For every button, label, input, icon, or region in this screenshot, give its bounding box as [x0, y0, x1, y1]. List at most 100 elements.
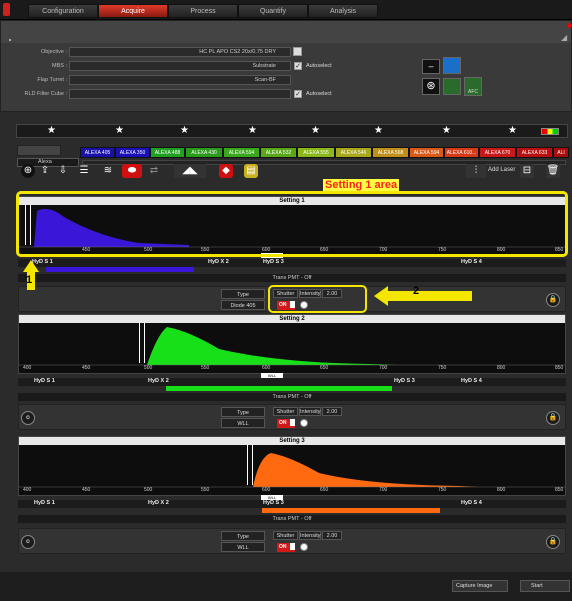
- mbs-autoselect-label: Autoselect: [306, 63, 332, 69]
- setting2-tick: 500: [144, 365, 153, 371]
- setting2-clock-icon[interactable]: ⏲: [21, 411, 35, 425]
- afc-button[interactable]: AFC: [464, 77, 482, 96]
- table-icon[interactable]: ⊟: [520, 164, 534, 178]
- tab-acquire[interactable]: Acquire: [98, 4, 168, 18]
- setting2-laser-marker[interactable]: [139, 323, 145, 363]
- setting2-spectrum[interactable]: Setting 2 400 450 500 550 600 650 700 75…: [18, 314, 566, 374]
- setting2-det-hyds3[interactable]: HyD S 3: [394, 378, 415, 384]
- setting3-det-hydx2[interactable]: HyD X 2: [148, 500, 169, 506]
- leaf-icon[interactable]: [443, 78, 461, 95]
- dye-alexa488[interactable]: ALEXA 488: [150, 147, 185, 158]
- dye-alexa546[interactable]: ALEXA 546: [335, 147, 372, 158]
- spectrum-icon[interactable]: ◢◣: [174, 164, 206, 178]
- star-icon: ★: [442, 125, 451, 136]
- setting2-on-toggle[interactable]: ON: [277, 419, 295, 428]
- start-button[interactable]: Start: [520, 580, 570, 592]
- setting3-det-hyds3[interactable]: HyD S 3: [263, 500, 284, 506]
- layers-icon[interactable]: ≋: [101, 164, 115, 178]
- setting3-type-label: Type: [221, 531, 265, 541]
- setting1-lock-icon[interactable]: 🔒: [546, 293, 560, 307]
- cube-icon[interactable]: [443, 57, 461, 74]
- add-icon[interactable]: ⊕: [21, 164, 35, 178]
- setting3-clock-icon[interactable]: ⏲: [21, 535, 35, 549]
- setting1-type-label: Type: [221, 289, 265, 299]
- setting3-lock-icon[interactable]: 🔒: [546, 535, 560, 549]
- capture-image-button[interactable]: Capture Image: [452, 580, 508, 592]
- dye-alexa594a[interactable]: ALEXA 594: [223, 147, 260, 158]
- setting2-detectors: HyD S 1 HyD X 2 HyD S 3 HyD S 4: [18, 378, 566, 386]
- star-icon: ★: [180, 125, 189, 136]
- tab-analysis[interactable]: Analysis: [308, 4, 378, 18]
- setting1-det-hyds4[interactable]: HyD S 4: [461, 259, 482, 265]
- dye-alexa594b[interactable]: ALEXA 594: [409, 147, 444, 158]
- dye-alexa610[interactable]: ALEXA 610...: [444, 147, 479, 158]
- mbs-autoselect-checkbox[interactable]: ✓: [294, 62, 302, 70]
- setting2-tick: 550: [201, 365, 210, 371]
- setting2-tick: 400: [23, 365, 32, 371]
- setting3-tick: 600: [262, 487, 271, 493]
- setting3-intensity-slider[interactable]: [300, 543, 308, 551]
- upload-icon[interactable]: ⇪: [38, 164, 52, 178]
- app-logo-icon: [3, 3, 10, 16]
- tab-quantify[interactable]: Quantify: [238, 4, 308, 18]
- add-laser-button[interactable]: Add Laser: [488, 167, 515, 173]
- wheel-icon[interactable]: ⊛: [422, 78, 440, 95]
- dye-alexa430[interactable]: ALEXA 430: [185, 147, 223, 158]
- dye-alexa350[interactable]: ALEXA 350: [115, 147, 150, 158]
- setting3-on-toggle[interactable]: ON: [277, 543, 295, 552]
- setting2-trans-pmt: Trans PMT - Off: [18, 393, 566, 401]
- setting2-tick: 450: [82, 365, 91, 371]
- setting2-axis: 400 450 500 550 600 650 700 750 800 850: [19, 365, 565, 373]
- setting3-tick: 400: [23, 487, 32, 493]
- setting1-detector-band: [46, 267, 194, 272]
- setting3-title: Setting 3: [19, 437, 565, 445]
- dye-ali[interactable]: ALI: [553, 147, 569, 158]
- eraser-icon[interactable]: ◆: [219, 164, 233, 178]
- setting3-curve: [19, 453, 565, 488]
- setting2-intensity-slider[interactable]: [300, 419, 308, 427]
- setting1-det-hyds3[interactable]: HyD S 3: [263, 259, 284, 265]
- setting2-lock-icon[interactable]: 🔒: [546, 411, 560, 425]
- setting3-spectrum[interactable]: Setting 3 400 450 500 550 600 650 700 75…: [18, 436, 566, 496]
- setting3-det-hyds1[interactable]: HyD S 1: [34, 500, 55, 506]
- list-icon[interactable]: ☰: [77, 164, 91, 178]
- rld-autoselect-checkbox[interactable]: ✓: [294, 90, 302, 98]
- dye-alexa555[interactable]: ALEXA 555: [297, 147, 335, 158]
- setting2-shutter-label: Shutter: [273, 407, 298, 416]
- setting3-intensity-input[interactable]: 2.00: [322, 531, 342, 540]
- collapse-icon[interactable]: ◢: [561, 33, 569, 42]
- dye-alexa532[interactable]: ALEXA 532: [260, 147, 297, 158]
- setting3-det-hyds4[interactable]: HyD S 4: [461, 500, 482, 506]
- dye-sort-button[interactable]: [17, 145, 61, 156]
- setting3-shutter-label: Shutter: [273, 531, 298, 540]
- rld-select[interactable]: [69, 89, 291, 99]
- setting1-trans-pmt: Trans PMT - Off: [18, 274, 566, 282]
- star-icon: ★: [311, 125, 320, 136]
- eye-icon[interactable]: ⬬: [122, 164, 142, 178]
- setting3-intensity-label: Intensity: [299, 531, 321, 540]
- dye-alexa670[interactable]: ALEXA 670: [479, 147, 516, 158]
- setting2-intensity-input[interactable]: 2.00: [322, 407, 342, 416]
- setting2-det-hyds1[interactable]: HyD S 1: [34, 378, 55, 384]
- view-toggle-icon[interactable]: ⇄: [144, 164, 164, 178]
- trash-icon[interactable]: 🗑: [546, 164, 560, 178]
- minus-button[interactable]: –: [422, 59, 440, 74]
- setting2-det-hydx2[interactable]: HyD X 2: [148, 378, 169, 384]
- star-icon: ★: [248, 125, 257, 136]
- objective-select[interactable]: HC PL APO CS2 20x/0.75 DRY: [69, 47, 291, 57]
- palette-icon[interactable]: ▤: [244, 164, 258, 178]
- objective-info-icon[interactable]: [293, 47, 302, 56]
- flap-select[interactable]: Scan-BF: [69, 75, 291, 85]
- setting3-laser-marker[interactable]: [247, 445, 253, 485]
- laser-icon[interactable]: ⫶: [466, 164, 486, 178]
- dye-alexa405[interactable]: ALEXA 405: [80, 147, 115, 158]
- download-icon[interactable]: ⇩: [56, 164, 70, 178]
- setting2-det-hyds4[interactable]: HyD S 4: [461, 378, 482, 384]
- dye-alexa568[interactable]: ALEXA 568: [372, 147, 409, 158]
- mbs-select[interactable]: Substrate: [69, 61, 291, 71]
- dye-alexa633[interactable]: ALEXA 633: [516, 147, 553, 158]
- tab-process[interactable]: Process: [168, 4, 238, 18]
- laser-row: ★ ★ ★ ★ ★ ★ ★ ★: [16, 124, 568, 138]
- setting1-det-hydx2[interactable]: HyD X 2: [208, 259, 229, 265]
- tab-configuration[interactable]: Configuration: [28, 4, 98, 18]
